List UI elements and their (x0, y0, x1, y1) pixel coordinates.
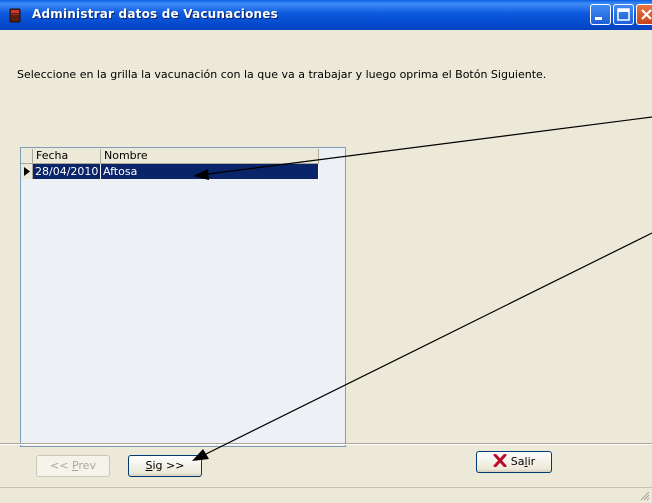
title-bar[interactable]: Administrar datos de Vacunaciones (0, 0, 652, 30)
maximize-button[interactable] (613, 4, 634, 25)
window-title: Administrar datos de Vacunaciones (32, 7, 278, 21)
exit-label-pre: Sa (510, 455, 525, 468)
row-indicator (21, 164, 33, 179)
prev-label-rest: rev (78, 459, 96, 472)
column-header-nombre[interactable]: Nombre (101, 149, 319, 163)
prev-button[interactable]: << Prev (36, 455, 110, 477)
resize-grip-icon[interactable] (640, 491, 650, 501)
maximize-icon (617, 8, 630, 21)
next-label-rest: ig >> (152, 459, 185, 472)
table-row[interactable]: 28/04/2010 Aftosa (21, 164, 319, 179)
grid-header: Fecha Nombre (21, 148, 319, 164)
instructions-text: Seleccione en la grilla la vacunación co… (17, 68, 547, 81)
close-button[interactable] (636, 4, 652, 25)
app-window: Administrar datos de Vacunaciones Selecc… (0, 0, 652, 503)
prev-label-pre: << (50, 459, 72, 472)
next-button[interactable]: Sig >> (128, 455, 202, 477)
red-x-icon (493, 453, 507, 468)
cell-nombre[interactable]: Aftosa (101, 164, 319, 179)
row-pointer-icon (24, 167, 30, 176)
exit-button[interactable]: Salir (476, 451, 552, 473)
exit-label-rest: ir (527, 455, 536, 468)
next-label-mnemonic: S (145, 459, 153, 472)
column-header-fecha[interactable]: Fecha (33, 149, 101, 163)
cell-fecha[interactable]: 28/04/2010 (33, 164, 101, 179)
separator (0, 443, 652, 445)
close-icon (641, 9, 652, 20)
window-content: Seleccione en la grilla la vacunación co… (0, 30, 652, 503)
minimize-button[interactable] (590, 4, 611, 25)
app-icon (9, 8, 21, 23)
minimize-icon (595, 17, 602, 20)
vaccination-grid[interactable]: Fecha Nombre 28/04/2010 Aftosa (20, 147, 346, 447)
status-bar (0, 487, 652, 503)
header-indicator-cell (21, 149, 33, 163)
